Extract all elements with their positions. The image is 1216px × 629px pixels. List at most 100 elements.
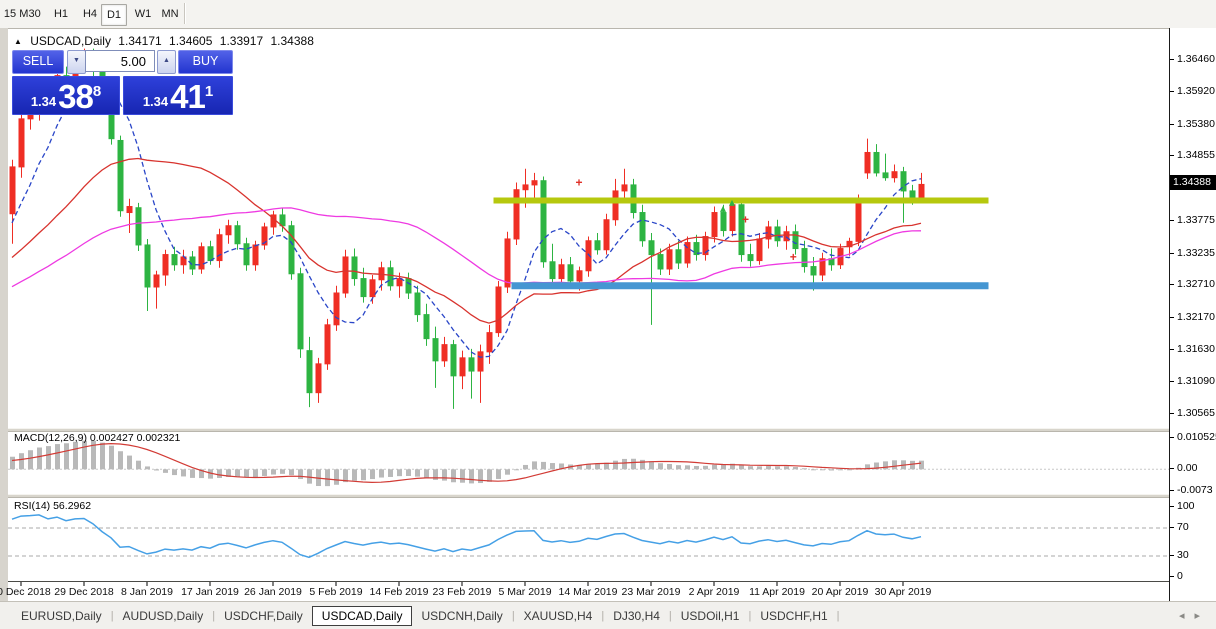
timeframe-button-w1[interactable]: W1 <box>131 4 155 24</box>
price-axis-label: 1.30565 <box>1177 407 1215 419</box>
time-axis-label: 26 Jan 2019 <box>244 586 302 598</box>
rsi-axis-label: 100 <box>1177 500 1195 512</box>
price-axis-label: 1.33235 <box>1177 247 1215 259</box>
trade-marker-arrow <box>720 206 726 212</box>
candle <box>550 262 555 279</box>
chart-canvas[interactable]: + + + <box>8 31 1169 602</box>
candle <box>451 345 456 376</box>
price-axis-label: 1.33775 <box>1177 214 1215 226</box>
candle <box>496 287 501 333</box>
trade-marker-cross: + <box>790 250 797 264</box>
time-axis-border <box>8 581 1169 582</box>
buy-price-big: 41 <box>170 80 205 113</box>
candle <box>892 172 897 178</box>
timeframe-button-m30[interactable]: M30 <box>16 4 44 24</box>
tab-usdcnh-daily[interactable]: USDCNH,Daily <box>412 606 511 626</box>
collapse-panel-icon[interactable]: ▲ <box>14 37 22 46</box>
candle <box>289 226 294 274</box>
one-click-trading-panel: SELL ▼ ▲ BUY 1.34 38 8 1.34 41 1 <box>12 50 239 112</box>
candle <box>10 167 15 214</box>
volume-increase-button[interactable]: ▲ <box>157 50 176 74</box>
trade-marker-cross: + <box>575 176 582 190</box>
time-axis-label: 5 Mar 2019 <box>498 586 551 598</box>
time-axis-label: 5 Feb 2019 <box>309 586 362 598</box>
timeframe-button-d1[interactable]: D1 <box>101 4 127 26</box>
candle <box>127 207 132 213</box>
time-axis-label: 20 Apr 2019 <box>812 586 869 598</box>
candle <box>253 245 258 265</box>
candle <box>199 247 204 269</box>
price-axis-tick <box>1170 91 1174 92</box>
rsi-panel-separator[interactable] <box>8 494 1169 498</box>
volume-decrease-button[interactable]: ▼ <box>67 50 86 74</box>
price-axis-label: 1.32710 <box>1177 278 1215 290</box>
volume-input[interactable] <box>85 50 155 72</box>
candle <box>370 280 375 297</box>
candle <box>307 351 312 393</box>
candle <box>163 255 168 275</box>
candle <box>568 265 573 281</box>
tab-scroll-right-icon[interactable]: ▸ <box>1194 610 1210 622</box>
candle <box>721 213 726 231</box>
time-axis-label: 30 Apr 2019 <box>875 586 932 598</box>
price-axis-label: 1.35920 <box>1177 85 1215 97</box>
sell-button[interactable]: SELL <box>12 50 64 74</box>
price-axis-tick <box>1170 349 1174 350</box>
time-axis: 20 Dec 201829 Dec 20188 Jan 201917 Jan 2… <box>8 586 1169 602</box>
candle <box>505 239 510 287</box>
candle <box>352 257 357 279</box>
timeframe-button-h4[interactable]: H4 <box>79 4 101 24</box>
candle <box>460 358 465 376</box>
toolbar-separator <box>184 3 185 24</box>
candle <box>730 205 735 231</box>
tab-eurusd-daily[interactable]: EURUSD,Daily <box>12 606 111 626</box>
candle <box>883 173 888 178</box>
candle <box>640 213 645 241</box>
tab-scroll-left-icon[interactable]: ◂ <box>1179 610 1195 622</box>
sell-price-box[interactable]: 1.34 38 8 <box>12 76 120 115</box>
price-axis-tick <box>1170 155 1174 156</box>
price-axis-tick <box>1170 59 1174 60</box>
candle <box>244 244 249 265</box>
time-axis-label: 29 Dec 2018 <box>54 586 114 598</box>
candle <box>343 257 348 293</box>
candle <box>595 241 600 250</box>
tab-usdcad-daily[interactable]: USDCAD,Daily <box>312 606 413 626</box>
timeframe-button-h1[interactable]: H1 <box>50 4 72 24</box>
trade-marker-cross: + <box>742 213 749 227</box>
macd-axis-tick <box>1170 468 1174 469</box>
candle <box>523 185 528 190</box>
rsi-axis-label: 30 <box>1177 549 1189 561</box>
timeframe-button-mn[interactable]: MN <box>158 4 182 24</box>
macd-panel-separator[interactable] <box>8 428 1169 432</box>
buy-button[interactable]: BUY <box>178 50 233 74</box>
buy-price-pip: 1 <box>205 85 213 99</box>
candle <box>856 200 861 241</box>
tab-usdoil-h1[interactable]: USDOil,H1 <box>672 606 749 626</box>
candle <box>784 232 789 241</box>
candle <box>415 293 420 315</box>
chart-tabs: EURUSD,Daily| AUDUSD,Daily| USDCHF,Daily… <box>12 606 840 626</box>
candle <box>226 226 231 235</box>
rsi-line <box>12 515 921 557</box>
rsi-axis-tick <box>1170 555 1174 556</box>
ohlc-close: 1.34388 <box>271 34 314 48</box>
tab-dj30-h4[interactable]: DJ30,H4 <box>604 606 669 626</box>
tab-usdchf-daily[interactable]: USDCHF,Daily <box>215 606 312 626</box>
rsi-axis-tick <box>1170 506 1174 507</box>
chart-symbol-label: USDCAD,Daily <box>30 34 111 48</box>
candle <box>649 241 654 255</box>
candle <box>388 268 393 286</box>
tab-xauusd-h4[interactable]: XAUUSD,H4 <box>515 606 602 626</box>
price-axis-label: 1.34855 <box>1177 149 1215 161</box>
rsi-axis-tick <box>1170 576 1174 577</box>
tab-usdchf-h1[interactable]: USDCHF,H1 <box>751 606 836 626</box>
current-price-tag: 1.34388 <box>1170 175 1216 190</box>
buy-price-box[interactable]: 1.34 41 1 <box>123 76 233 115</box>
price-axis-tick <box>1170 413 1174 414</box>
price-axis[interactable]: 1.34388 1.364601.359201.353801.348551.33… <box>1169 28 1216 601</box>
candle <box>775 227 780 241</box>
candle <box>469 358 474 371</box>
time-axis-label: 23 Mar 2019 <box>622 586 681 598</box>
tab-audusd-daily[interactable]: AUDUSD,Daily <box>114 606 213 626</box>
